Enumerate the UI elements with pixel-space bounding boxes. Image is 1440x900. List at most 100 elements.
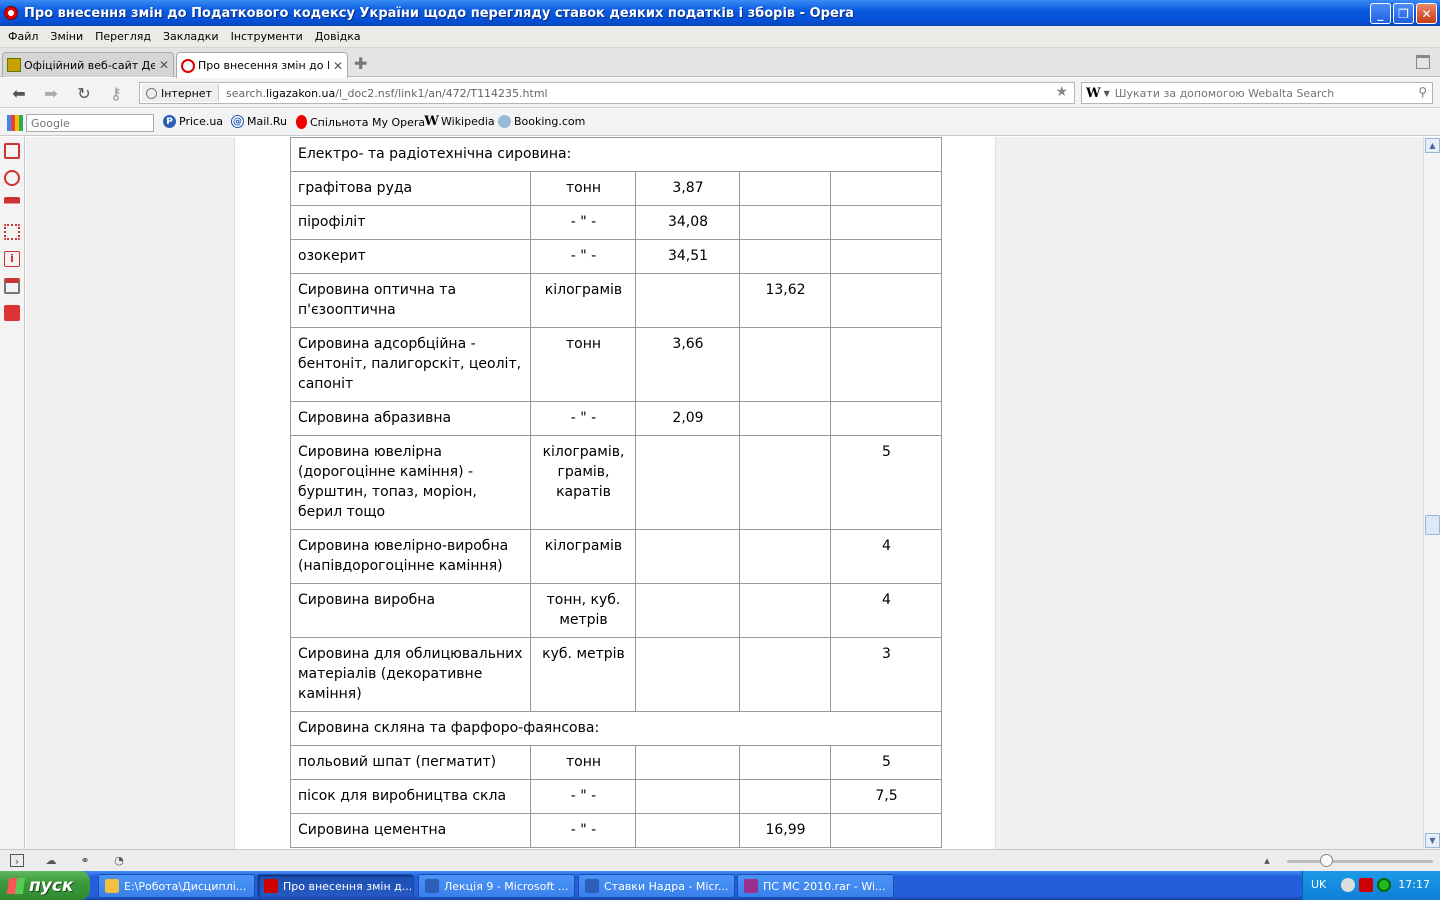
rate-col3-cell: 3 <box>830 637 942 712</box>
rate-col2-cell <box>739 637 831 712</box>
forward-icon[interactable]: ➡ <box>40 82 62 104</box>
back-icon[interactable]: ⬅ <box>8 82 30 104</box>
zoom-slider-knob[interactable] <box>1320 854 1333 867</box>
table-row: Сировина виробна тонн, куб. метрів 4 <box>290 583 942 638</box>
address-field[interactable]: Інтернет search.ligazakon.ua/l_doc2.nsf/… <box>139 82 1075 104</box>
rate-col3-cell: 5 <box>830 435 942 530</box>
tab-close-icon[interactable]: ✕ <box>333 59 343 73</box>
kaspersky-icon[interactable] <box>1359 878 1373 892</box>
turbo-share-icon[interactable]: ⚭ <box>78 854 92 867</box>
menu-bar: Файл Зміни Перегляд Закладки Інструменти… <box>0 26 1440 48</box>
tab-close-icon[interactable]: ✕ <box>159 58 169 72</box>
bookmark-wikipedia[interactable]: W Wikipedia <box>424 114 494 129</box>
tab-official-site[interactable]: Офіційний веб-сайт Де... ✕ <box>2 52 174 77</box>
page-viewport: Електро- та радіотехнічна сировина: графі… <box>26 137 1423 849</box>
rate-col3-cell <box>830 327 942 402</box>
fullscreen-icon[interactable] <box>4 143 20 159</box>
menu-bookmarks[interactable]: Закладки <box>157 30 225 43</box>
bookmark-booking[interactable]: Booking.com <box>498 115 585 128</box>
reload-icon[interactable]: ↻ <box>73 82 95 104</box>
menu-tools[interactable]: Інструменти <box>225 30 309 43</box>
wand-key-icon[interactable]: ⚷ <box>105 82 127 104</box>
bookmark-star-icon[interactable]: ★ <box>1055 84 1068 100</box>
section-title: Сировина скляна та фарфоро-фаянсова: <box>290 711 942 746</box>
zoom-slider[interactable] <box>1287 860 1433 863</box>
rate-col3-cell <box>830 171 942 206</box>
search-engine-icon[interactable]: W <box>1086 86 1101 101</box>
rate-col3-cell <box>830 813 942 848</box>
taskbar-task[interactable]: Лекція 9 - Microsoft ... <box>418 874 575 898</box>
rate-col1-cell: 3,66 <box>635 327 740 402</box>
start-button[interactable]: пуск <box>0 871 90 900</box>
search-field[interactable]: W ▼ ⚲ <box>1081 82 1433 104</box>
menu-view[interactable]: Перегляд <box>89 30 157 43</box>
search-input[interactable] <box>1114 86 1405 100</box>
table-row: пісок для виробництва скла - " - 7,5 <box>290 779 942 814</box>
scrollbar-thumb[interactable] <box>1425 515 1440 535</box>
taskbar-task[interactable]: Про внесення змін д... <box>257 874 414 898</box>
section-title: Електро- та радіотехнічна сировина: <box>290 137 942 172</box>
back-arrow-tray-icon[interactable] <box>1341 878 1355 892</box>
bookmark-price[interactable]: P Price.ua <box>163 115 223 128</box>
navigation-bar: ⬅ ➡ ↻ ⚷ Інтернет search.ligazakon.ua/l_d… <box>0 78 1440 108</box>
table-row: польовий шпат (пегматит) тонн 5 <box>290 745 942 780</box>
taskbar-task[interactable]: Ставки Надра - Micr... <box>578 874 735 898</box>
personal-bar: P Price.ua @ Mail.Ru Спільнота My Opera … <box>0 109 1440 136</box>
vertical-scrollbar[interactable]: ▲ ▼ <box>1423 137 1440 849</box>
menu-file[interactable]: Файл <box>2 30 44 43</box>
zoom-up-icon[interactable]: ▴ <box>1260 854 1274 867</box>
minimize-button[interactable]: _ <box>1370 3 1391 24</box>
globe-icon <box>146 87 157 99</box>
network-icon[interactable] <box>4 197 20 213</box>
rate-col1-cell: 2,09 <box>635 401 740 436</box>
info-icon[interactable]: i <box>4 251 20 267</box>
security-label: Інтернет <box>161 86 212 100</box>
rate-col2-cell <box>739 239 831 274</box>
opera-logo-icon[interactable] <box>4 6 18 20</box>
chevron-down-icon[interactable]: ▼ <box>1104 89 1110 98</box>
material-cell: Сировина адсорбційна - бентоніт, палигор… <box>290 327 531 402</box>
menu-help[interactable]: Довідка <box>309 30 367 43</box>
close-button[interactable]: ✕ <box>1416 3 1437 24</box>
tab-ligazakon[interactable]: Про внесення змін до П... ✕ <box>176 52 348 78</box>
rate-col3-cell <box>830 205 942 240</box>
opera-unite-cloud-icon[interactable]: ☁ <box>44 854 58 867</box>
table-row: Сировина ювелірно-виробна (напівдорогоці… <box>290 529 942 584</box>
bookmark-label: Mail.Ru <box>247 115 287 128</box>
material-cell: Сировина абразивна <box>290 401 531 436</box>
taskbar-task[interactable]: E:\Робота\Дисциплі... <box>98 874 255 898</box>
bookmark-my-opera[interactable]: Спільнота My Opera <box>296 115 425 129</box>
new-tab-icon[interactable]: ✚ <box>354 54 367 73</box>
security-badge[interactable]: Інтернет <box>142 84 219 102</box>
google-search-input[interactable] <box>26 114 154 132</box>
taskbar-task[interactable]: ПС МС 2010.rar - Wi... <box>737 874 894 898</box>
material-cell: Сировина для облицювальних матеріалів (д… <box>290 637 531 712</box>
table-row: графітова руда тонн 3,87 <box>290 171 942 206</box>
print-icon[interactable] <box>4 278 20 294</box>
material-cell: Сировина цементна <box>290 813 531 848</box>
task-label: Лекція 9 - Microsoft ... <box>444 879 569 893</box>
window-title: Про внесення змін до Податкового кодексу… <box>24 5 854 21</box>
language-indicator[interactable]: UK <box>1311 878 1326 891</box>
rate-col1-cell: 34,51 <box>635 239 740 274</box>
links-icon[interactable] <box>4 224 20 240</box>
trash-icon[interactable] <box>1416 55 1430 69</box>
panel-toggle-icon[interactable]: › <box>10 854 24 868</box>
share-icon[interactable] <box>4 305 20 321</box>
search-icon[interactable]: ⚲ <box>1418 85 1427 99</box>
scroll-down-icon[interactable]: ▼ <box>1425 833 1440 848</box>
bookmark-mailru[interactable]: @ Mail.Ru <box>231 115 287 128</box>
restore-button[interactable]: ❐ <box>1393 3 1414 24</box>
rate-col3-cell <box>830 273 942 328</box>
rate-col3-cell: 4 <box>830 529 942 584</box>
material-cell: пірофіліт <box>290 205 531 240</box>
gov-favicon-icon <box>7 58 21 72</box>
speed-gauge-icon[interactable]: ◔ <box>112 854 126 867</box>
zoom-icon[interactable] <box>4 170 20 186</box>
menu-edit[interactable]: Зміни <box>44 30 89 43</box>
wikipedia-icon: W <box>424 114 439 129</box>
rate-col2-cell <box>739 327 831 402</box>
scroll-up-icon[interactable]: ▲ <box>1425 138 1440 153</box>
url-text[interactable]: search.ligazakon.ua/l_doc2.nsf/link1/an/… <box>226 87 548 100</box>
green-status-icon[interactable] <box>1377 878 1391 892</box>
